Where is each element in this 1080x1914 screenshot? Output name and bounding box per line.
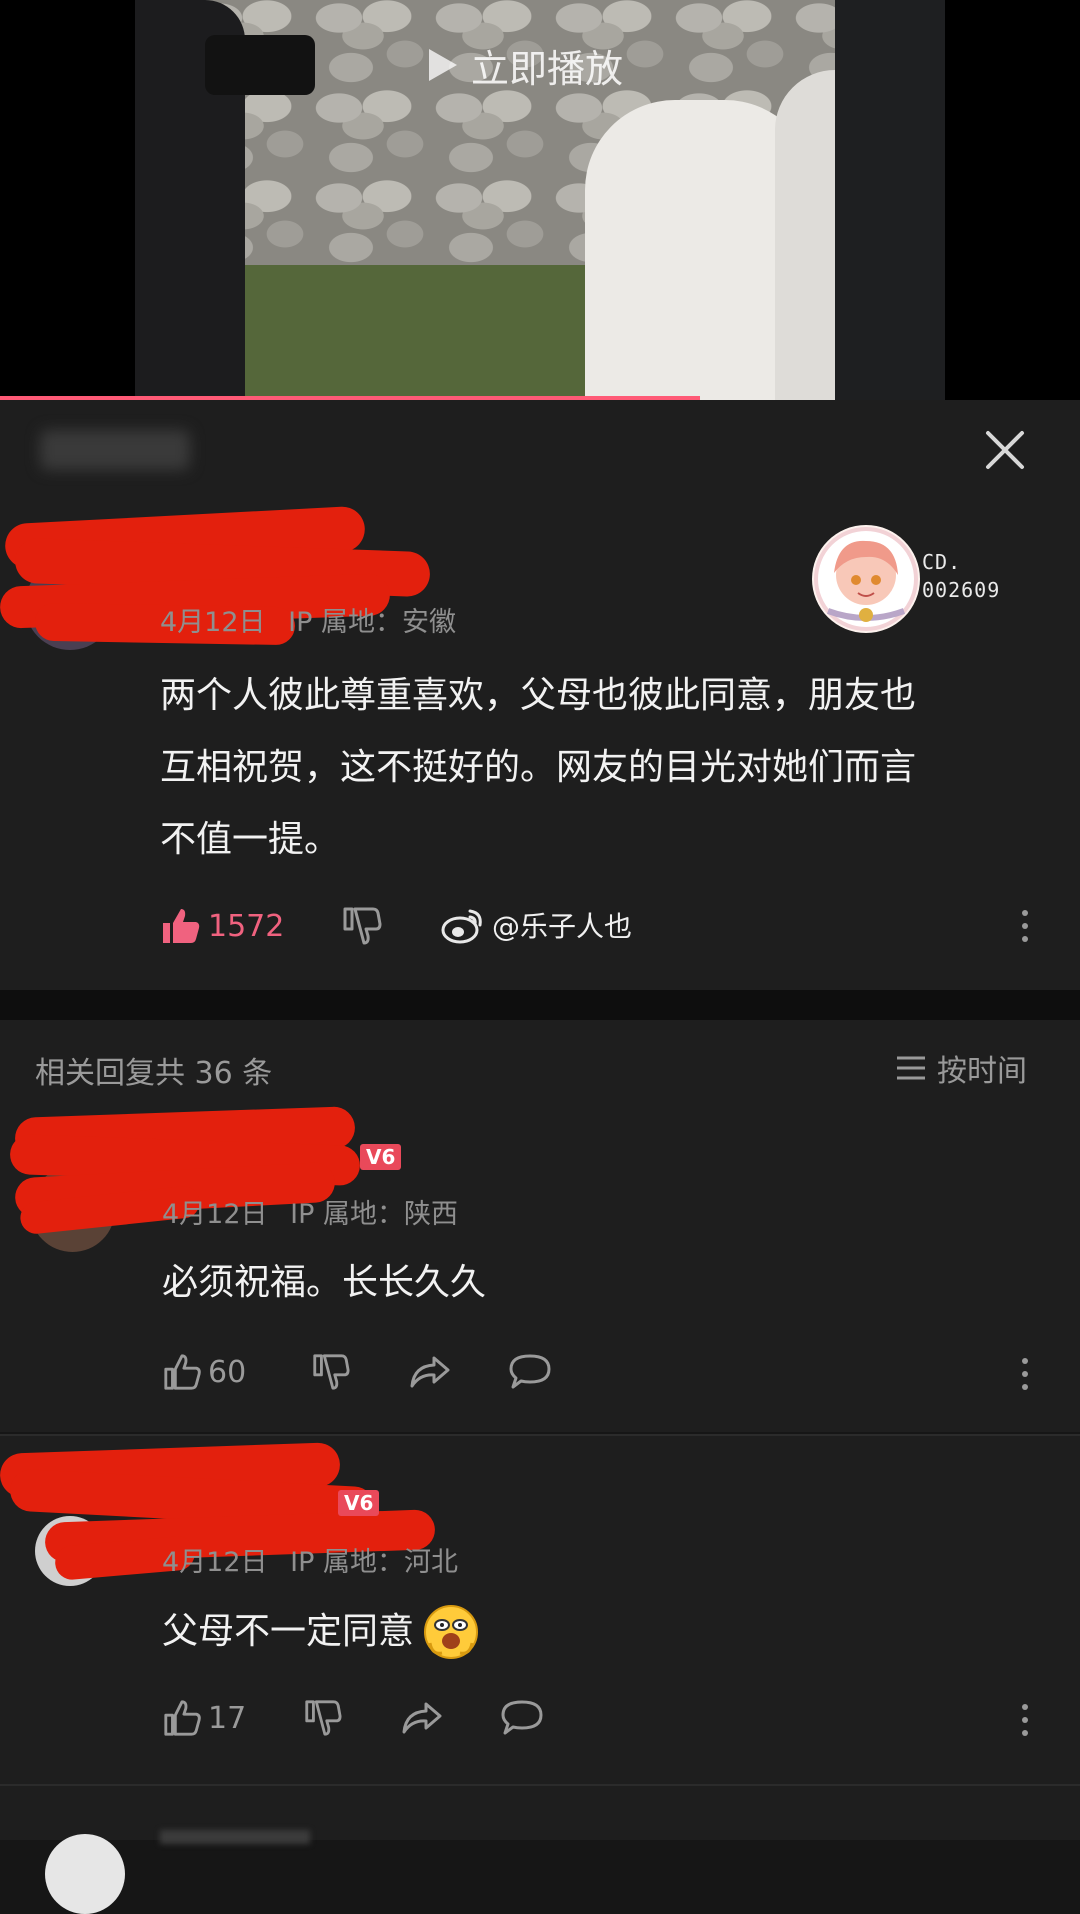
more-options-button[interactable] (1019, 1358, 1031, 1390)
reply-date: 4月12日 (162, 1547, 268, 1578)
more-options-button[interactable] (1019, 910, 1031, 942)
thumbs-up-icon (164, 1354, 201, 1390)
dot (1022, 1717, 1028, 1723)
level-badge: V6 (360, 1144, 402, 1170)
reply-count: 相关回复共 36 条 (35, 1056, 273, 1091)
shocked-emoji-icon (424, 1605, 479, 1659)
reply-text-row: 父母不一定同意 (162, 1596, 480, 1668)
reply-meta: 4月12日 IP 属地：河北 (162, 1540, 458, 1579)
comment-text: 两个人彼此尊重喜欢，父母也彼此同意，朋友也 互相祝贺，这不挺好的。网友的目光对她… (160, 660, 916, 876)
blurred-header-title (40, 430, 190, 470)
video-player[interactable]: 立即播放 (0, 0, 1080, 400)
dot (1022, 1384, 1028, 1390)
badge-label: CD. 002609 (922, 548, 1000, 604)
watermark-label: @乐子人也 (492, 910, 633, 943)
reply-text: 必须祝福。长长久久 (162, 1262, 487, 1303)
dot (1022, 923, 1028, 929)
comment-line: 两个人彼此尊重喜欢，父母也彼此同意，朋友也 (160, 675, 917, 716)
sort-by-time-button[interactable]: 按时间 (895, 1046, 1027, 1090)
section-separator (0, 990, 1080, 1020)
reply-item-partial (0, 1786, 1080, 1914)
more-options-button[interactable] (1019, 1704, 1031, 1736)
like-count: 1572 (208, 908, 285, 944)
dot (1022, 1358, 1028, 1364)
like-button[interactable]: 17 (162, 1698, 246, 1738)
thumbs-down-icon (343, 907, 382, 945)
close-icon (986, 431, 1024, 469)
badge-label-line-1: CD. (922, 550, 962, 574)
dot (1022, 1730, 1028, 1736)
thumbs-up-icon (164, 1700, 201, 1736)
ip-location: IP 属地：安徽 (288, 607, 456, 638)
avatar[interactable] (45, 1834, 125, 1914)
reply-text: 父母不一定同意 (162, 1611, 415, 1652)
share-icon (402, 1702, 442, 1734)
watermark: @乐子人也 (440, 905, 632, 945)
reply-meta: 4月12日 IP 属地：陕西 (162, 1192, 458, 1231)
like-count: 60 (208, 1354, 247, 1390)
reply-date: 4月12日 (162, 1199, 268, 1230)
weibo-icon (441, 909, 482, 944)
guest (835, 0, 945, 400)
thumbs-up-filled-icon (163, 909, 200, 943)
play-now-button[interactable]: 立即播放 (425, 40, 624, 91)
comment-panel-header (0, 400, 1080, 501)
dot (1022, 1704, 1028, 1710)
comment-bubble-icon (501, 1700, 543, 1735)
badge-label-line-2: 002609 (922, 578, 1001, 602)
play-icon (429, 49, 457, 81)
reply-item: V6 4月12日 IP 属地：河北 父母不一定同意 17 (0, 1436, 1080, 1784)
thumbs-down-icon (313, 1354, 350, 1390)
sort-menu-icon (897, 1056, 925, 1080)
anime-badge-icon (814, 527, 918, 631)
sort-label: 按时间 (937, 1054, 1027, 1089)
comment-line: 不值一提。 (160, 819, 341, 860)
ip-location: IP 属地：河北 (290, 1547, 458, 1578)
dot (1022, 910, 1028, 916)
share-icon (410, 1356, 450, 1388)
like-button[interactable]: 1572 (160, 905, 284, 947)
main-comment: 4月12日 IP 属地：安徽 CD. 002609 两个人彼此尊重喜欢，父母也彼… (0, 500, 1080, 990)
dot (1022, 936, 1028, 942)
comment-line: 互相祝贺，这不挺好的。网友的目光对她们而言 (160, 747, 917, 788)
dislike-button[interactable] (302, 1698, 342, 1742)
thumbs-down-icon (305, 1700, 342, 1736)
like-count: 17 (208, 1700, 247, 1736)
dislike-button[interactable] (310, 1352, 350, 1396)
camera (205, 35, 315, 95)
level-badge: V6 (338, 1490, 380, 1516)
close-button[interactable] (980, 425, 1030, 475)
share-button[interactable] (408, 1352, 452, 1396)
reply-button[interactable] (508, 1352, 552, 1396)
reply-item: V6 4月12日 IP 属地：陕西 必须祝福。长长久久 60 (0, 1106, 1080, 1432)
dislike-button[interactable] (340, 905, 382, 951)
play-now-label: 立即播放 (471, 46, 624, 91)
ip-location: IP 属地：陕西 (290, 1199, 458, 1230)
dot (1022, 1371, 1028, 1377)
avatar-frame-badge (812, 525, 920, 633)
comment-bubble-icon (509, 1354, 551, 1389)
replies-header: 相关回复共 36 条 按时间 (0, 1020, 1080, 1112)
comment-date: 4月12日 (160, 607, 266, 638)
share-button[interactable] (400, 1698, 444, 1742)
comment-meta: 4月12日 IP 属地：安徽 (160, 600, 456, 639)
partial-username (160, 1830, 310, 1844)
like-button[interactable]: 60 (162, 1352, 246, 1392)
reply-button[interactable] (500, 1698, 544, 1742)
